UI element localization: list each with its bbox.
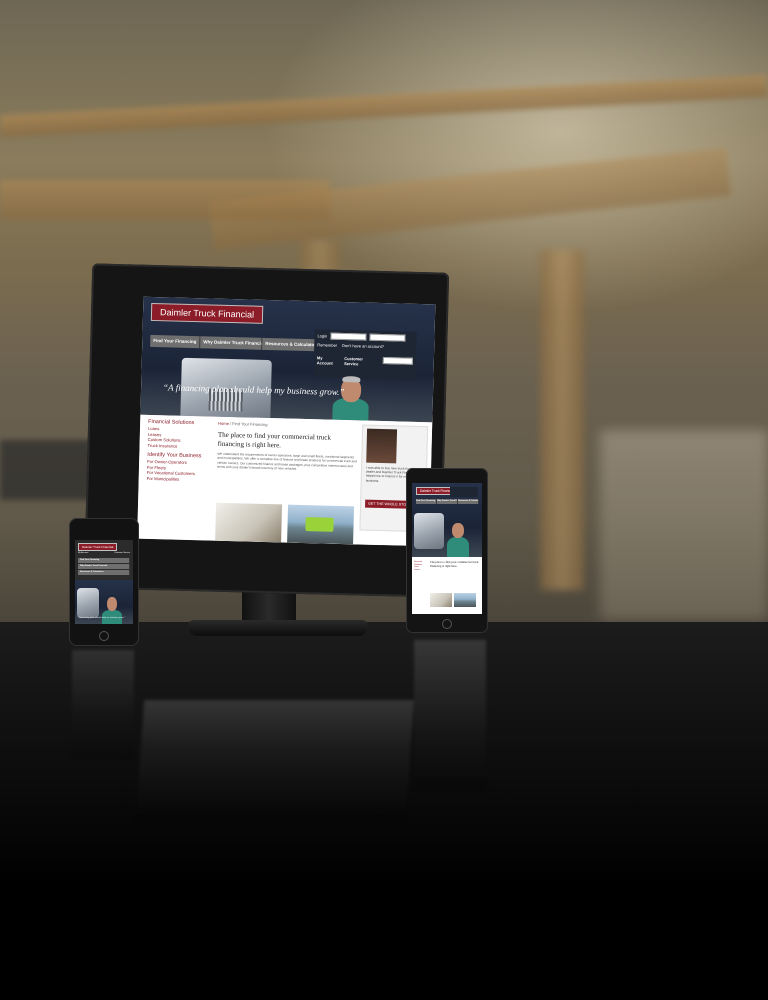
tablet-login-panel[interactable] (450, 487, 478, 497)
tablet-device: Daimler Truck Financial Find Your Financ… (406, 468, 488, 633)
smartphone-device: Daimler Truck Financial My Account Custo… (69, 518, 139, 646)
remember-label[interactable]: Remember (317, 342, 337, 348)
breadcrumb-home[interactable]: Home (218, 421, 229, 426)
main-nav: Find Your Financing Why Daimler Truck Fi… (150, 334, 327, 352)
tablet-truck-thumb (454, 593, 476, 607)
monitor-screen: Daimler Truck Financial Find Your Financ… (137, 296, 436, 547)
phone-nav-find[interactable]: Find Your Financing (78, 558, 130, 563)
login-row: Login (317, 332, 413, 342)
tablet-nav-find[interactable]: Find Your Financing (416, 499, 437, 504)
tablet-reflection (414, 640, 486, 790)
monitor-stand-base (188, 620, 368, 636)
tablet-truck-image (414, 513, 444, 549)
phone-tagline: “A financing plan should help my busines… (77, 616, 126, 619)
phone-screen: Daimler Truck Financial My Account Custo… (75, 540, 133, 624)
main-column: Home / Find Your Financing The place to … (217, 421, 358, 473)
nav-why-daimler[interactable]: Why Daimler Truck Financial (200, 336, 263, 350)
phone-hero: “A financing plan should help my busines… (75, 580, 133, 624)
phone-reflection (72, 650, 134, 760)
phone-customer-service[interactable]: Customer Service (114, 552, 130, 554)
tablet-home-button[interactable] (442, 619, 452, 629)
tablet-driver-head (452, 523, 464, 538)
sidebar-link-municipalities[interactable]: For Municipalities (147, 475, 209, 482)
ceiling-beam (0, 180, 330, 220)
password-input[interactable] (369, 333, 406, 342)
tablet-hero: Daimler Truck Financial Find Your Financ… (412, 483, 482, 557)
sidebar-link-insurance[interactable]: Truck Insurance (148, 442, 210, 449)
monitor-reflection (135, 700, 415, 820)
tablet-nav-why[interactable]: Why Daimler Truck Financial (437, 499, 458, 504)
phone-nav: Find Your Financing Why Daimler Truck Fi… (78, 558, 130, 575)
page-headline: The place to find your commercial truck … (217, 430, 332, 449)
sidebar: Financial Solutions Loans Leases Custom … (147, 419, 211, 483)
login-label: Login (317, 333, 328, 339)
phone-home-button[interactable] (99, 631, 109, 641)
username-input[interactable] (330, 332, 367, 341)
hero-banner: Daimler Truck Financial Find Your Financ… (140, 296, 436, 423)
forgot-link[interactable]: Don't have an account? (342, 343, 384, 349)
phone-nav-resources[interactable]: Resources & Calculators (78, 570, 130, 575)
page-content: Financial Solutions Loans Leases Custom … (137, 414, 433, 547)
nav-find-financing[interactable]: Find Your Financing (150, 334, 201, 349)
phone-brand-logo[interactable]: Daimler Truck Financial (78, 543, 118, 551)
tablet-driver-shirt (447, 537, 469, 557)
account-links: My Account Customer Service (317, 355, 413, 368)
tablet-link-leases[interactable]: Leases (414, 569, 429, 572)
intro-text: We understand the requirements of owner-… (216, 451, 357, 471)
green-truck-image (287, 504, 355, 545)
tablet-content: The place to find your commercial truck … (412, 557, 482, 614)
phone-nav-why[interactable]: Why Daimler Truck Financial (78, 564, 130, 569)
tablet-headline: The place to find your commercial truck … (430, 560, 479, 568)
search-input[interactable] (382, 357, 413, 365)
signing-document-image (215, 502, 283, 543)
phone-driver-photo (101, 592, 123, 624)
driver-hair (342, 375, 361, 383)
ceiling-beam (0, 74, 768, 138)
tablet-nav: Find Your Financing Why Daimler Truck Fi… (416, 499, 479, 504)
phone-truck-image (77, 588, 99, 618)
my-account-link[interactable]: My Account (317, 355, 339, 366)
phone-my-account[interactable]: My Account (78, 552, 88, 554)
tablet-signing-image (430, 593, 452, 607)
tablet-screen: Daimler Truck Financial Find Your Financ… (412, 483, 482, 614)
phone-driver-head (107, 597, 117, 611)
tablet-sidebar: Financial Solutions Loans Leases (414, 561, 429, 571)
wooden-pillar (540, 250, 584, 590)
phone-account-row: My Account Customer Service (78, 552, 130, 554)
breadcrumb: Home / Find Your Financing (218, 420, 268, 428)
customer-service-link[interactable]: Customer Service (344, 356, 376, 367)
breadcrumb-current: Find Your Financing (232, 421, 268, 428)
brand-logo[interactable]: Daimler Truck Financial (150, 302, 264, 324)
tablet-driver-photo (446, 517, 470, 557)
login-links: Remember Don't have an account? (317, 342, 413, 350)
green-truck (305, 517, 334, 532)
monitor-stand-neck (242, 590, 296, 624)
background-wall (600, 430, 768, 620)
tablet-nav-resources[interactable]: Resources & Calculators (458, 499, 479, 504)
testimonial-photo (366, 428, 398, 464)
